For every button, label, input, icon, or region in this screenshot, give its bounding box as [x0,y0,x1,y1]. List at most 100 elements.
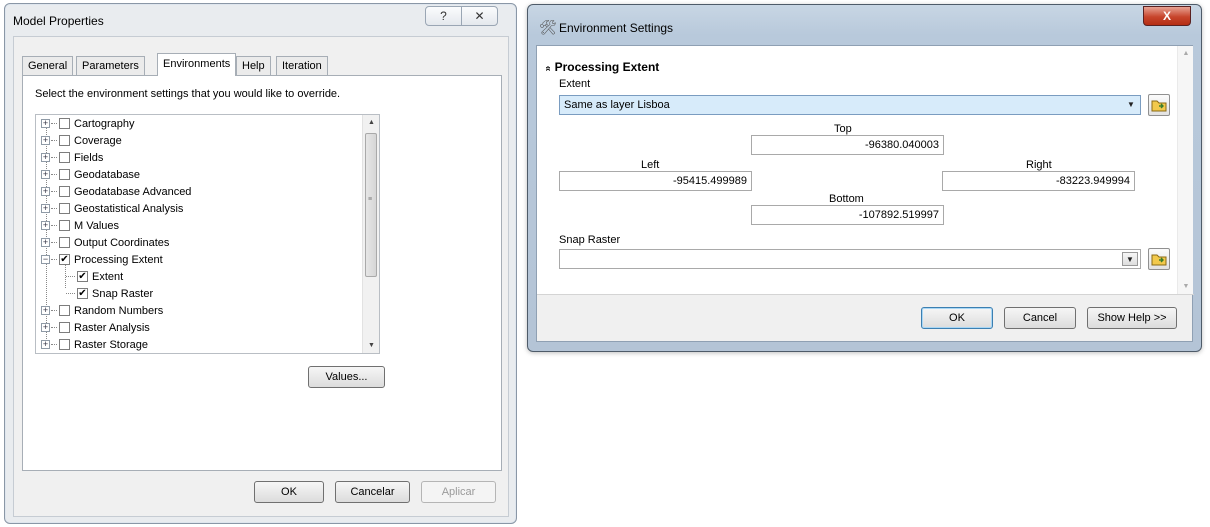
tree-item-geodatabase[interactable]: + Geodatabase [41,166,140,183]
checkbox[interactable] [59,339,70,350]
settings-scroll-area: «Processing Extent Extent Same as layer … [537,46,1177,294]
tree-item-raster-analysis[interactable]: + Raster Analysis [41,319,150,336]
checkbox[interactable] [59,203,70,214]
extent-label: Extent [559,78,591,90]
tab-parameters[interactable]: Parameters [76,56,145,76]
ok-button[interactable]: OK [254,481,324,503]
environment-settings-title: Environment Settings [559,21,674,35]
tree-item-label: Raster Analysis [74,321,150,334]
environments-panel: Select the environment settings that you… [22,75,502,471]
environment-settings-dialog: 🛠 Environment Settings X «Processing Ext… [527,4,1202,352]
tree-item-label: Random Numbers [74,304,164,317]
tree-item-m-values[interactable]: + M Values [41,217,119,234]
expand-icon[interactable]: + [41,119,50,128]
tree-item-label: Geostatistical Analysis [74,202,184,215]
snap-raster-dropdown[interactable]: ▼ [559,249,1141,269]
section-header[interactable]: «Processing Extent [542,60,659,74]
left-label: Left [641,159,660,171]
scroll-thumb[interactable] [365,133,377,277]
scroll-up-arrow-icon[interactable]: ▲ [1178,50,1194,57]
collapse-chevron-icon[interactable]: « [542,66,553,72]
tree-item-snap-raster[interactable]: ✔ Snap Raster [66,285,153,302]
extent-dropdown[interactable]: Same as layer Lisboa ▼ [559,95,1141,115]
tab-environments[interactable]: Environments [157,53,237,76]
dropdown-arrow-icon[interactable]: ▼ [1122,252,1138,266]
scroll-down-arrow-icon[interactable]: ▼ [363,342,379,349]
snap-raster-label: Snap Raster [559,234,621,246]
apply-button[interactable]: Aplicar [421,481,496,503]
checkbox[interactable] [59,118,70,129]
tree-item-cartography[interactable]: + Cartography [41,115,135,132]
bottom-field[interactable] [751,205,944,225]
tree-item-geodatabase-advanced[interactable]: + Geodatabase Advanced [41,183,191,200]
tab-general[interactable]: General [22,56,74,76]
grip-icon: ≡ [368,196,373,203]
close-button[interactable]: X [1143,6,1191,26]
bottom-label: Bottom [829,193,864,205]
right-label: Right [1026,159,1052,171]
checkbox[interactable] [59,305,70,316]
expand-icon[interactable]: + [41,323,50,332]
environment-tree[interactable]: + Cartography + Coverage + Fields + Geodatab… [35,114,380,354]
top-field[interactable] [751,135,944,155]
checkbox[interactable] [59,135,70,146]
tree-item-fields[interactable]: + Fields [41,149,103,166]
checkbox-checked[interactable]: ✔ [77,271,88,282]
tree-item-extent[interactable]: ✔ Extent [66,268,123,285]
right-field[interactable] [942,171,1135,191]
values-button[interactable]: Values... [308,366,385,388]
expand-icon[interactable]: + [41,170,50,179]
checkbox[interactable] [59,152,70,163]
expand-icon[interactable]: + [41,136,50,145]
checkbox[interactable] [59,169,70,180]
expand-icon[interactable]: + [41,340,50,349]
ok-button[interactable]: OK [921,307,993,329]
tab-iteration[interactable]: Iteration [276,56,328,76]
tree-item-raster-storage[interactable]: + Raster Storage [41,336,148,353]
question-icon: ? [440,9,447,23]
tree-item-processing-extent[interactable]: − ✔ Processing Extent [41,251,163,268]
environment-settings-client: «Processing Extent Extent Same as layer … [536,45,1194,342]
checkbox[interactable] [59,237,70,248]
tree-item-label: Processing Extent [74,253,163,266]
show-help-button[interactable]: Show Help >> [1087,307,1177,329]
expand-icon[interactable]: + [41,153,50,162]
left-field[interactable] [559,171,752,191]
help-titlebar-button[interactable]: ? [425,6,462,26]
expand-icon[interactable]: + [41,238,50,247]
checkbox-checked[interactable]: ✔ [59,254,70,265]
expand-icon[interactable]: + [41,187,50,196]
expand-icon[interactable]: + [41,221,50,230]
scroll-up-arrow-icon[interactable]: ▲ [363,119,379,126]
close-icon: ✕ [474,9,485,23]
environments-prompt: Select the environment settings that you… [35,88,341,100]
extent-browse-button[interactable] [1148,94,1170,116]
checkbox[interactable] [59,186,70,197]
expand-icon[interactable]: + [41,306,50,315]
tree-item-random-numbers[interactable]: + Random Numbers [41,302,163,319]
checkbox[interactable] [59,322,70,333]
tree-item-output-coordinates[interactable]: + Output Coordinates [41,234,169,251]
close-titlebar-button[interactable]: ✕ [461,6,498,26]
extent-value: Same as layer Lisboa [564,99,670,111]
tab-help[interactable]: Help [236,56,271,76]
tree-item-label: Geodatabase [74,168,141,181]
cancel-button[interactable]: Cancelar [335,481,410,503]
model-properties-title: Model Properties [13,14,104,28]
tree-scrollbar[interactable]: ▲ ≡ ▼ [362,115,379,353]
scroll-down-arrow-icon[interactable]: ▼ [1178,283,1194,290]
tools-icon: 🛠 [539,19,557,35]
collapse-icon[interactable]: − [41,255,50,264]
tree-item-geostatistical-analysis[interactable]: + Geostatistical Analysis [41,200,183,217]
tree-item-label: M Values [74,219,120,232]
tree-item-coverage[interactable]: + Coverage [41,132,122,149]
cancel-button[interactable]: Cancel [1004,307,1076,329]
tree-item-label: Coverage [74,134,122,147]
expand-icon[interactable]: + [41,204,50,213]
settings-scrollbar[interactable]: ▲ ▼ [1177,46,1193,294]
dropdown-arrow-icon[interactable]: ▼ [1123,97,1139,113]
checkbox[interactable] [59,220,70,231]
tree-item-label: Output Coordinates [74,236,170,249]
checkbox-checked[interactable]: ✔ [77,288,88,299]
snap-raster-browse-button[interactable] [1148,248,1170,270]
